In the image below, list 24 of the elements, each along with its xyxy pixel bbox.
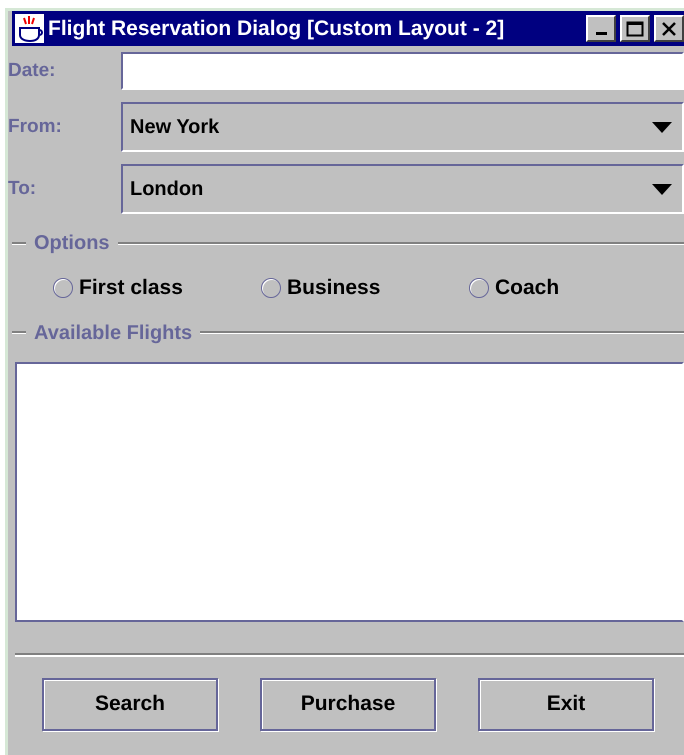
close-button[interactable]	[654, 15, 684, 42]
window-title: Flight Reservation Dialog [Custom Layout - 2]	[48, 16, 506, 42]
radio-option[interactable]: First class	[53, 272, 261, 304]
action-button[interactable]: Exit	[478, 678, 654, 730]
dropdown-arrow-icon	[652, 184, 672, 194]
action-button[interactable]: Search	[42, 678, 218, 730]
field-label: From:	[8, 114, 63, 139]
dropdown[interactable]: New York	[121, 102, 684, 152]
minimize-button[interactable]	[586, 15, 616, 42]
dropdown[interactable]: London	[121, 164, 684, 214]
maximize-button[interactable]	[620, 15, 650, 42]
group-title: Options	[34, 231, 110, 256]
maximize-icon	[626, 20, 644, 36]
radio-option[interactable]: Business	[261, 272, 469, 304]
dropdown-arrow-icon	[652, 122, 672, 132]
radio-option[interactable]: Coach	[469, 272, 677, 304]
group-title: Available Flights	[34, 320, 192, 346]
close-icon	[661, 22, 677, 36]
field-label: Date:	[8, 58, 57, 83]
action-button[interactable]: Purchase	[260, 678, 436, 730]
minimize-icon	[596, 32, 606, 35]
field-label: To:	[8, 176, 38, 201]
date-field[interactable]	[121, 52, 684, 90]
app-icon	[15, 14, 44, 43]
